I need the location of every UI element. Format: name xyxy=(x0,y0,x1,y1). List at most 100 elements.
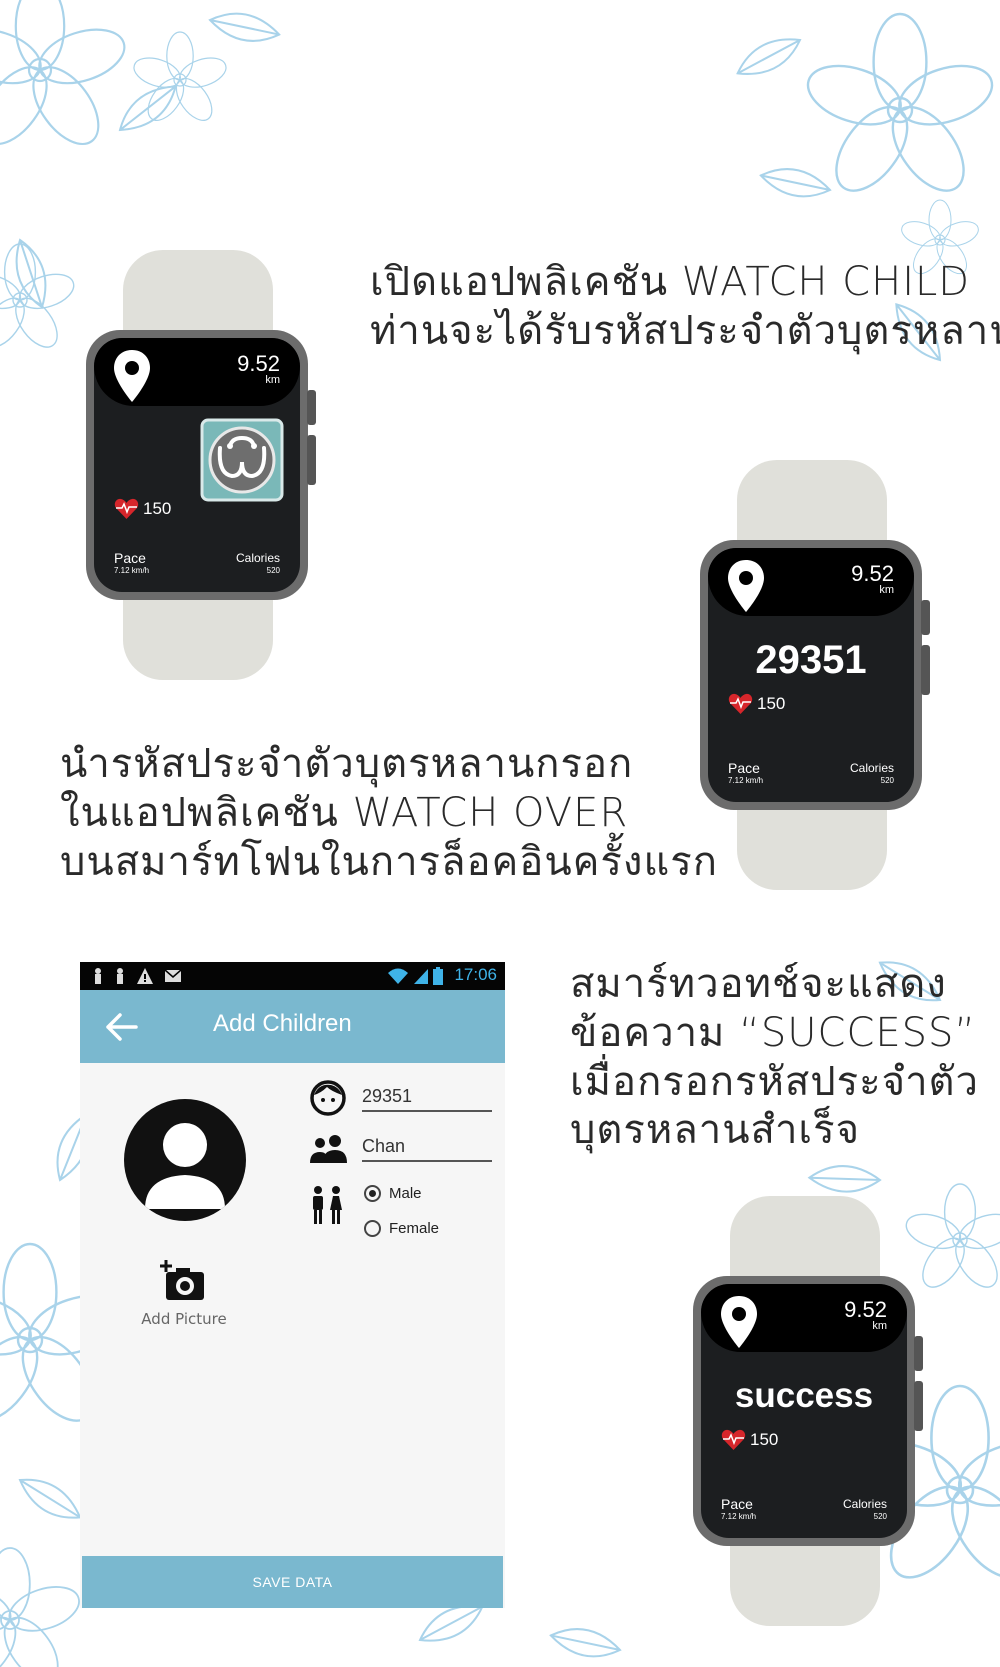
watch-app-logo: 9.52 km 150 Pace 7.12 km/h Calories 520 xyxy=(86,250,316,680)
caption-line: บุตรหลานสำเร็จ xyxy=(570,1107,861,1154)
calories-readout: Calories 520 xyxy=(843,1497,887,1522)
caption-step-3: สมาร์ทวอทช์จะแสดง ข้อความ “SUCCESS” เมื่… xyxy=(570,960,979,1155)
caption-line: ในแอปพลิเคชัน WATCH OVER xyxy=(60,789,629,836)
watch-side-button xyxy=(921,645,930,695)
gender-option-label: Female xyxy=(389,1220,440,1237)
distance-value: 9.52 xyxy=(844,1297,887,1322)
add-photo-icon[interactable] xyxy=(160,1260,206,1302)
caption-line: เมื่อกรอกรหัสประจำตัว xyxy=(570,1058,979,1105)
person-icon xyxy=(145,1123,225,1209)
child-code-display: 29351 xyxy=(755,638,867,682)
watch-side-button xyxy=(307,435,316,485)
notification-icons xyxy=(92,967,182,985)
distance-value: 9.52 xyxy=(851,561,894,586)
gender-icon xyxy=(313,1186,342,1224)
watch-screen: 9.52 km 29351 150 Pace 7.12 km/h Calorie… xyxy=(708,548,914,802)
mail-icon xyxy=(164,969,182,982)
heart-rate-icon xyxy=(728,693,753,714)
watch-child-code: 9.52 km 29351 150 Pace 7.12 km/h Calorie… xyxy=(700,460,930,890)
wifi-icon xyxy=(388,968,408,984)
add-picture-label[interactable]: Add Picture xyxy=(104,1310,264,1328)
distance-unit: km xyxy=(879,584,894,596)
distance-readout: 9.52 km xyxy=(844,1299,887,1332)
radio-button[interactable] xyxy=(364,1220,381,1237)
people-icon xyxy=(310,1135,347,1163)
location-pin-icon xyxy=(728,560,764,612)
child-face-icon xyxy=(310,1080,346,1116)
caption-line: เปิดแอปพลิเคชัน WATCH CHILD xyxy=(370,259,971,305)
location-pin-icon xyxy=(114,350,150,402)
signal-icon xyxy=(414,969,428,984)
watch-case: 9.52 km 150 Pace 7.12 km/h Calories 520 xyxy=(86,330,316,600)
child-code-field[interactable]: 29351 xyxy=(362,1086,492,1112)
caption-line: ข้อความ “SUCCESS” xyxy=(570,1009,977,1056)
system-icons xyxy=(387,967,443,985)
success-message: success xyxy=(734,1376,874,1415)
warning-icon xyxy=(137,968,153,984)
watch-crown xyxy=(914,1336,923,1371)
caption-step-1: เปิดแอปพลิเคชัน WATCH CHILD ท่านจะได้รับ… xyxy=(370,258,1000,356)
calories-readout: Calories 520 xyxy=(236,551,280,576)
pace-value: 7.12 km/h xyxy=(721,1512,757,1521)
heart-rate-value: 150 xyxy=(757,694,786,713)
location-pin-icon xyxy=(721,1296,757,1348)
watch-crown xyxy=(921,600,930,635)
radio-button[interactable] xyxy=(364,1185,381,1202)
child-name-field[interactable]: Chan xyxy=(362,1136,492,1162)
calories-value: 520 xyxy=(266,566,280,575)
watch-child-app-icon[interactable] xyxy=(200,418,284,502)
avatar-placeholder[interactable] xyxy=(124,1099,246,1221)
watch-success: 9.52 km success 150 Pace 7.12 km/h Calor… xyxy=(693,1196,923,1626)
phone-add-children-screen: 17:06 Add Children Add Picture 29351 Cha… xyxy=(80,962,505,1608)
caption-line: บนสมาร์ทโฟนในการล็อคอินครั้งแรก xyxy=(60,838,718,885)
distance-readout: 9.52 km xyxy=(237,353,280,386)
pace-label: Pace xyxy=(114,550,146,566)
heart-rate-icon xyxy=(721,1429,746,1450)
gender-option-male[interactable]: Male xyxy=(364,1185,422,1202)
back-arrow-icon[interactable] xyxy=(104,1012,138,1042)
watch-crown xyxy=(307,390,316,425)
pace-readout: Pace 7.12 km/h xyxy=(114,551,149,576)
calories-label: Calories xyxy=(842,1497,887,1511)
notification-icon xyxy=(95,968,101,984)
status-bar: 17:06 xyxy=(80,962,505,990)
caption-line: ท่านจะได้รับรหัสประจำตัวบุตรหลาน xyxy=(370,307,1000,354)
caption-line: สมาร์ทวอทช์จะแสดง xyxy=(570,961,947,1007)
calories-label: Calories xyxy=(235,551,280,565)
distance-unit: km xyxy=(265,374,280,386)
app-bar: Add Children xyxy=(80,990,505,1063)
watch-case: 9.52 km 29351 150 Pace 7.12 km/h Calorie… xyxy=(700,540,930,810)
distance-unit: km xyxy=(872,1320,887,1332)
pace-value: 7.12 km/h xyxy=(728,776,764,785)
heart-rate-readout: 150 xyxy=(728,693,785,715)
watch-side-button xyxy=(914,1381,923,1431)
heart-rate-readout: 150 xyxy=(114,498,171,520)
pace-readout: Pace 7.12 km/h xyxy=(728,761,763,786)
gender-option-female[interactable]: Female xyxy=(364,1220,439,1237)
caption-step-2: นำรหัสประจำตัวบุตรหลานกรอก ในแอปพลิเคชัน… xyxy=(60,740,718,886)
heart-rate-value: 150 xyxy=(143,499,172,518)
watch-case: 9.52 km success 150 Pace 7.12 km/h Calor… xyxy=(693,1276,923,1546)
distance-value: 9.52 xyxy=(237,351,280,376)
watch-screen: 9.52 km success 150 Pace 7.12 km/h Calor… xyxy=(701,1284,907,1538)
status-time: 17:06 xyxy=(454,965,497,984)
calories-value: 520 xyxy=(873,1512,887,1521)
notification-icon xyxy=(117,968,123,984)
watch-screen: 9.52 km 150 Pace 7.12 km/h Calories 520 xyxy=(94,338,300,592)
heart-rate-icon xyxy=(114,498,139,519)
caption-line: นำรหัสประจำตัวบุตรหลานกรอก xyxy=(60,741,634,787)
heart-rate-readout: 150 xyxy=(721,1429,778,1451)
calories-label: Calories xyxy=(849,761,894,775)
battery-icon xyxy=(433,967,443,985)
calories-value: 520 xyxy=(880,776,894,785)
distance-readout: 9.52 km xyxy=(851,563,894,596)
pace-label: Pace xyxy=(721,1496,753,1512)
gender-option-label: Male xyxy=(389,1185,422,1202)
pace-readout: Pace 7.12 km/h xyxy=(721,1497,756,1522)
calories-readout: Calories 520 xyxy=(850,761,894,786)
pace-label: Pace xyxy=(728,760,760,776)
heart-rate-value: 150 xyxy=(750,1430,779,1449)
page-title: Add Children xyxy=(213,1010,352,1037)
save-data-button[interactable]: SAVE DATA xyxy=(82,1556,503,1608)
pace-value: 7.12 km/h xyxy=(114,566,150,575)
